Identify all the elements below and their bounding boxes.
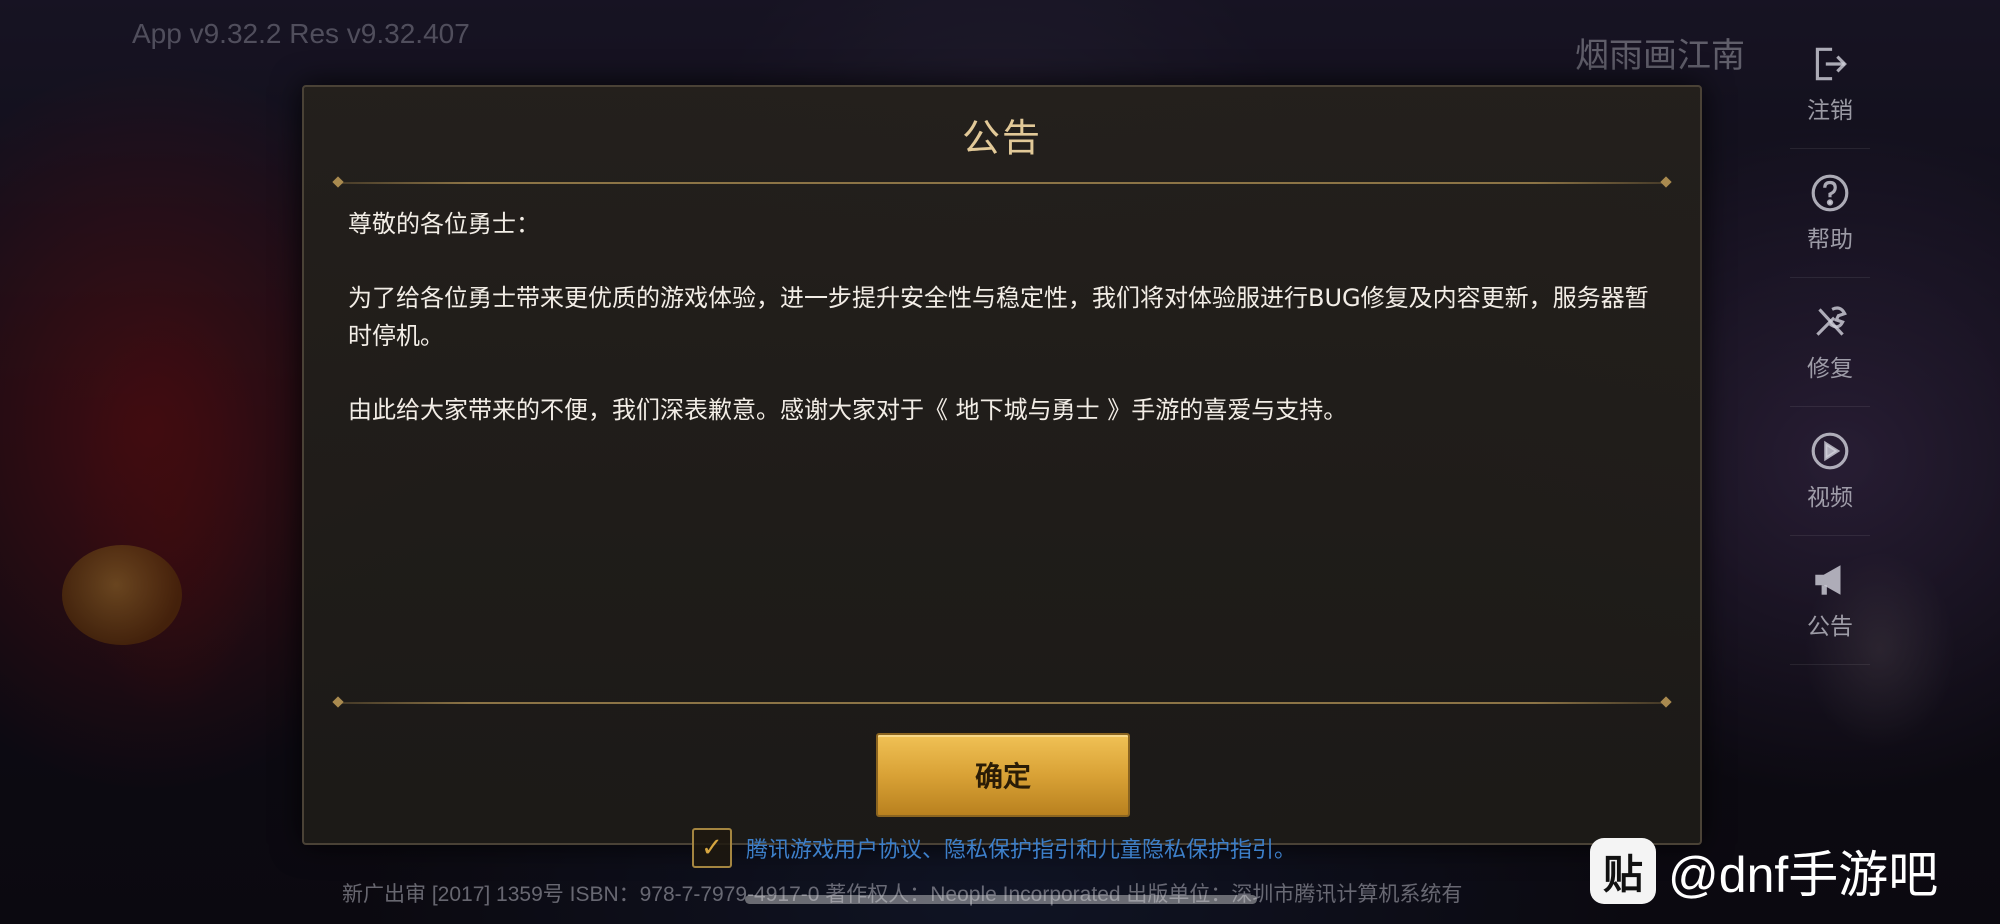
watermark-text: @dnf手游吧 (1668, 847, 1939, 903)
notice-paragraph: 为了给各位勇士带来更优质的游戏体验，进一步提升安全性与稳定性，我们将对体验服进行… (348, 284, 1649, 350)
menu-item-help[interactable]: 帮助 (1790, 149, 1870, 278)
side-menu: 注销 帮助 修复 视频 公告 (1790, 20, 1870, 665)
announcement-dialog: 公告 尊敬的各位勇士： 为了给各位勇士带来更优质的游戏体验，进一步提升安全性与稳… (302, 85, 1702, 845)
logout-icon (1815, 47, 1847, 81)
announcement-icon (1815, 565, 1841, 595)
notice-body: 尊敬的各位勇士： 为了给各位勇士带来更优质的游戏体验，进一步提升安全性与稳定性，… (348, 205, 1650, 465)
agreement-link[interactable]: 腾讯游戏用户协议、隐私保护指引和儿童隐私保护指引。 (746, 832, 1296, 864)
menu-item-repair[interactable]: 修复 (1790, 278, 1870, 407)
menu-label: 注销 (1807, 98, 1853, 124)
title-divider (336, 182, 1668, 184)
version-label: App v9.32.2 Res v9.32.407 (132, 18, 470, 49)
help-icon (1811, 174, 1849, 212)
menu-label: 帮助 (1807, 227, 1853, 253)
footer-divider (336, 702, 1668, 704)
menu-label: 公告 (1807, 614, 1853, 640)
home-indicator[interactable] (745, 895, 1257, 904)
menu-item-video[interactable]: 视频 (1790, 407, 1870, 536)
video-play-icon (1811, 432, 1849, 470)
dialog-title: 公告 (961, 116, 1042, 160)
agreement-row: ✓ 腾讯游戏用户协议、隐私保护指引和儿童隐私保护指引。 (692, 828, 1296, 868)
notice-greeting: 尊敬的各位勇士： (348, 210, 540, 238)
repair-icon (1816, 306, 1847, 336)
agreement-checkbox[interactable]: ✓ (692, 828, 732, 868)
menu-item-logout[interactable]: 注销 (1790, 20, 1870, 149)
menu-item-announcement[interactable]: 公告 (1790, 536, 1870, 665)
server-name[interactable]: 烟雨画江南 (1575, 28, 1745, 77)
check-icon: ✓ (701, 833, 723, 863)
watermark: 贴 @dnf手游吧 (1590, 835, 1938, 907)
tieba-logo-icon: 贴 (1590, 838, 1656, 904)
menu-label: 修复 (1807, 356, 1853, 382)
notice-paragraph: 由此给大家带来的不便，我们深表歉意。感谢大家对于《 地下城与勇士 》手游的喜爱与… (348, 396, 1348, 424)
menu-label: 视频 (1807, 485, 1853, 511)
confirm-button[interactable]: 确定 (876, 733, 1130, 817)
